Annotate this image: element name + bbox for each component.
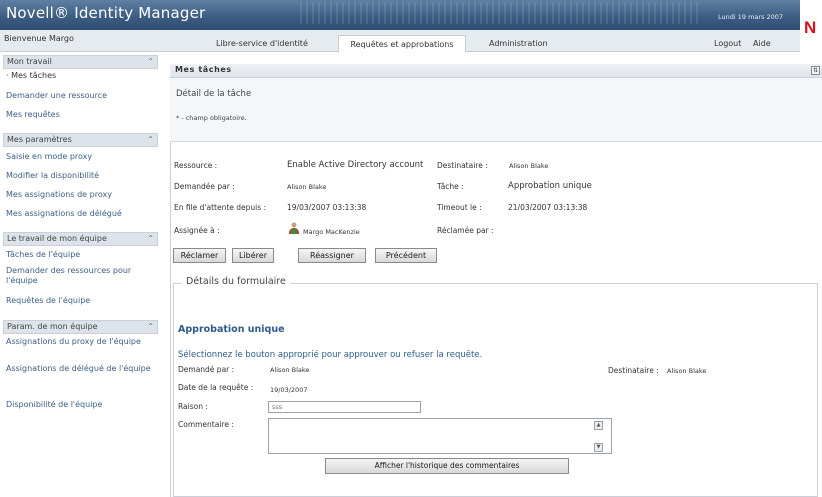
sidebar-item-mode-proxy[interactable]: Saisie en mode proxy (6, 152, 156, 162)
tab-administration[interactable]: Administration (483, 35, 554, 52)
recipient-value: Alison Blake (509, 162, 549, 170)
sidebar-section-title: Param. de mon équipe (7, 322, 98, 331)
sidebar-item-proxy-equipe[interactable]: Assignations du proxy de l'équipe (6, 337, 156, 347)
form-recipient-label: Destinataire : (608, 366, 659, 375)
sidebar-item-demander-ressource[interactable]: Demander une ressource (6, 91, 156, 101)
resource-value: Enable Active Directory account (287, 160, 424, 170)
timeout-value: 21/03/2007 03:13:38 (508, 203, 588, 212)
double-chevron-up-icon[interactable]: ⌃ (147, 56, 154, 68)
comment-textarea[interactable] (268, 418, 612, 454)
resource-label: Ressource : (174, 161, 218, 170)
scroll-down-icon[interactable]: ▼ (594, 443, 603, 452)
reason-input-value: sss (272, 403, 283, 411)
double-chevron-up-icon[interactable]: ⌃ (147, 134, 154, 146)
reason-input[interactable]: sss (268, 401, 421, 413)
request-date-label: Date de la requête : (178, 383, 254, 392)
form-instruction: Sélectionnez le bouton approprié pour ap… (178, 350, 483, 360)
sidebar-item-ressources-equipe[interactable]: Demander des ressources pour l'équipe (6, 266, 156, 286)
form-requested-by-label: Demandé par : (178, 365, 235, 374)
form-recipient-value: Alison Blake (667, 367, 707, 375)
assigned-label: Assignée à : (174, 226, 220, 235)
required-field-note: * - champ obligatoire. (176, 114, 247, 122)
panel-header (170, 64, 822, 78)
sidebar-item-disponibilite-equipe[interactable]: Disponibilité de l'équipe (6, 400, 156, 410)
reassign-button[interactable]: Réassigner (298, 248, 366, 263)
requested-by-value: Alison Blake (287, 183, 327, 191)
assigned-value: Margo MacKenzie (303, 228, 360, 236)
reason-label: Raison : (178, 402, 208, 411)
form-details-legend: Détails du formulaire (182, 276, 290, 287)
sidebar-section-mon-travail[interactable]: Mon travail ⌃ (3, 55, 158, 69)
app-title: Novell® Identity Manager (6, 4, 206, 22)
timeout-label: Timeout le : (437, 203, 482, 212)
requested-by-label: Demandée par : (174, 182, 235, 191)
help-link[interactable]: Aide (747, 35, 777, 52)
novell-logo: N (804, 18, 817, 37)
claim-button[interactable]: Réclamer (173, 248, 226, 263)
previous-button[interactable]: Précédent (375, 248, 437, 263)
tab-libre-service[interactable]: Libre-service d'identité (210, 35, 314, 52)
task-detail-title: Détail de la tâche (176, 89, 252, 99)
double-chevron-up-icon[interactable]: ⌃ (147, 321, 154, 333)
tab-requetes-approbations[interactable]: Requêtes et approbations (338, 35, 466, 53)
sidebar-section-title: Le travail de mon équipe (7, 234, 107, 243)
panel-title: Mes tâches (175, 65, 232, 74)
recipient-label: Destinataire : (437, 161, 488, 170)
sidebar-item-requetes-equipe[interactable]: Requêtes de l'équipe (6, 296, 156, 306)
sidebar-section-mes-parametres[interactable]: Mes paramètres ⌃ (3, 133, 158, 147)
detail-header-area (170, 78, 822, 142)
sidebar-item-assignations-delegue[interactable]: Mes assignations de délégué (6, 209, 156, 219)
sidebar-item-delegue-equipe[interactable]: Assignations de délégué de l'équipe (6, 364, 156, 374)
claimed-label: Réclamée par : (437, 226, 494, 235)
sidebar-section-param-equipe[interactable]: Param. de mon équipe ⌃ (3, 320, 158, 334)
double-chevron-up-icon[interactable]: ⌃ (147, 233, 154, 245)
sidebar-item-mes-taches[interactable]: · Mes tâches (6, 71, 156, 81)
sidebar-item-disponibilite[interactable]: Modifier la disponibilité (6, 171, 156, 181)
sidebar-section-title: Mon travail (7, 57, 52, 66)
sidebar-item-taches-equipe[interactable]: Tâches de l'équipe (6, 250, 156, 260)
logout-link[interactable]: Logout (708, 35, 747, 52)
current-date: Lundi 19 mars 2007 (718, 13, 784, 21)
release-button[interactable]: Libérer (232, 248, 274, 263)
sidebar-item-assignations-proxy[interactable]: Mes assignations de proxy (6, 190, 156, 200)
scroll-up-icon[interactable]: ▲ (594, 421, 603, 430)
form-requested-by-value: Alison Blake (270, 366, 310, 374)
show-comment-history-button[interactable]: Afficher l'historique des commentaires (325, 458, 569, 474)
task-label: Tâche : (437, 182, 464, 191)
sidebar-item-mes-requetes[interactable]: Mes requêtes (6, 110, 156, 120)
queued-value: 19/03/2007 03:13:38 (287, 203, 367, 212)
request-date-value: 19/03/2007 (270, 386, 308, 394)
queued-label: En file d'attente depuis : (174, 203, 267, 212)
sidebar-section-title: Mes paramètres (7, 135, 72, 144)
sidebar-section-travail-equipe[interactable]: Le travail de mon équipe ⌃ (3, 232, 158, 246)
expand-icon[interactable]: ⇅ (811, 66, 820, 75)
comment-label: Commentaire : (178, 420, 234, 429)
user-icon (289, 222, 299, 234)
welcome-text: Bienvenue Margo (4, 34, 74, 43)
form-title: Approbation unique (178, 324, 285, 335)
task-value: Approbation unique (508, 181, 592, 191)
